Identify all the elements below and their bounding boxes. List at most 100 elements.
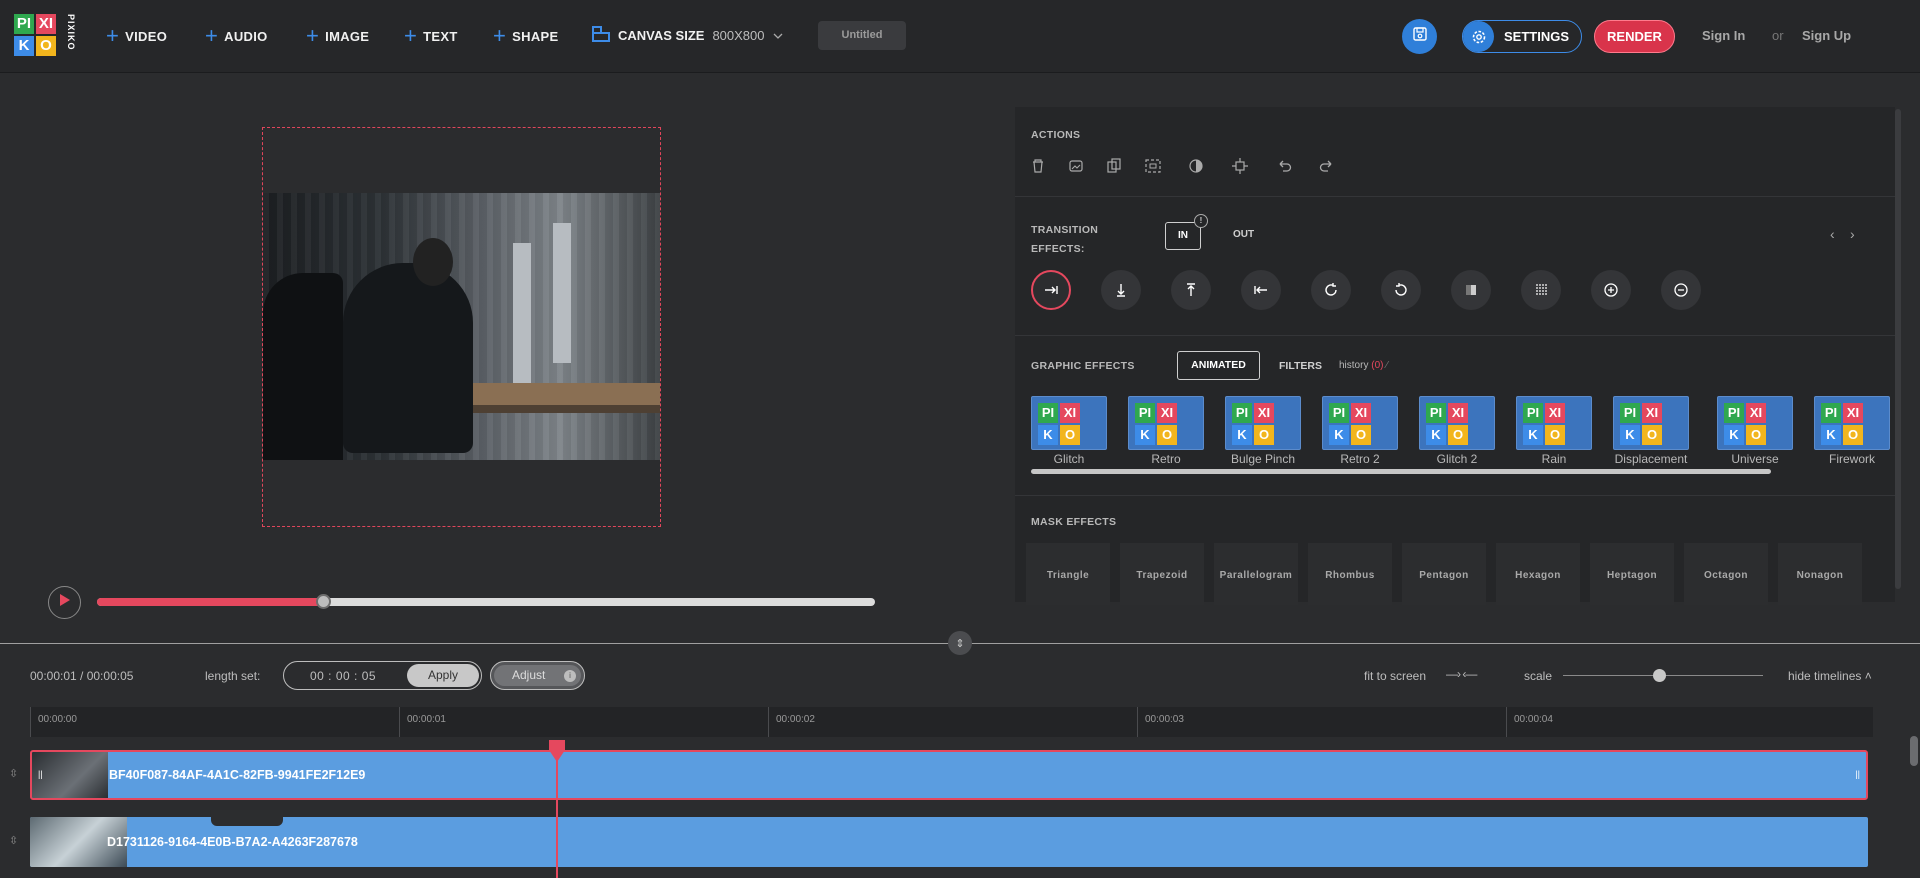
zoom-out-icon[interactable] [1661, 270, 1701, 310]
mask-effect-item[interactable]: Octagon [1684, 543, 1768, 605]
image-replace-icon[interactable] [1066, 156, 1086, 176]
adjust-button[interactable]: Adjust i [490, 661, 585, 690]
redo-icon[interactable] [1317, 156, 1337, 176]
timeline-track-video-1[interactable]: || BF40F087-84AF-4A1C-82FB-9941FE2F12E9 … [30, 750, 1868, 800]
slide-left-icon[interactable] [1241, 270, 1281, 310]
fade-icon[interactable] [1451, 270, 1491, 310]
mask-effect-item[interactable]: Nonagon [1778, 543, 1862, 605]
effect-thumb-letter: O [1157, 425, 1177, 445]
save-button[interactable] [1402, 19, 1437, 54]
timeline-scrollbar[interactable] [1910, 736, 1918, 766]
timeline-ruler[interactable]: 00:00:00 00:00:01 00:00:02 00:00:03 00:00:04 [30, 707, 1873, 737]
settings-button[interactable]: SETTINGS [1462, 20, 1582, 53]
mask-effect-item[interactable]: Hexagon [1496, 543, 1580, 605]
fit-to-screen-label: fit to screen [1364, 669, 1427, 683]
graphic-effect-item[interactable]: PI XI K O Universe [1717, 396, 1793, 466]
ruler-tick: 00:00:01 [399, 707, 446, 737]
mask-effect-item[interactable]: Parallelogram [1214, 543, 1298, 605]
effect-thumb-letter: PI [1620, 403, 1640, 423]
info-icon[interactable]: i [564, 670, 576, 682]
scale-label: scale [1524, 669, 1553, 683]
rotate-ccw-icon[interactable] [1381, 270, 1421, 310]
graphic-effect-item[interactable]: PI XI K O Retro 2 [1322, 396, 1398, 466]
effect-thumb-letter: O [1448, 425, 1468, 445]
effects-scrollbar[interactable] [1031, 469, 1771, 474]
project-title-input[interactable]: Untitled [818, 21, 906, 50]
undo-icon[interactable] [1274, 156, 1294, 176]
slide-down-icon[interactable] [1101, 270, 1141, 310]
hide-timelines-toggle[interactable]: hide timelines ˄ [1788, 669, 1872, 683]
slide-right-icon[interactable] [1031, 270, 1071, 310]
pixiko-logo[interactable]: PI XI K O PIXIKO [14, 14, 76, 56]
history-link[interactable]: history (0) ⁄ [1339, 360, 1388, 371]
logo-wordmark: PIXIKO [66, 14, 76, 51]
tab-in[interactable]: IN ! [1165, 214, 1208, 250]
rotate-cw-icon[interactable] [1311, 270, 1351, 310]
plus-icon: + [493, 23, 507, 48]
slide-up-icon[interactable] [1171, 270, 1211, 310]
fit-icon[interactable] [1143, 156, 1163, 176]
add-shape-button[interactable]: + SHAPE [493, 23, 558, 48]
transitions-next-icon[interactable]: › [1850, 226, 1855, 242]
add-audio-button[interactable]: + AUDIO [205, 25, 268, 47]
logo-letter-xi: XI [36, 14, 56, 34]
effect-thumbnail: PI XI K O [1322, 396, 1398, 450]
sign-in-link[interactable]: Sign In [1702, 28, 1745, 43]
tab-filters[interactable]: FILTERS [1279, 360, 1322, 372]
canvas-image[interactable] [263, 193, 660, 460]
add-video-button[interactable]: + VIDEO [106, 25, 167, 47]
render-button[interactable]: RENDER [1594, 20, 1675, 53]
mask-effect-item[interactable]: Pentagon [1402, 543, 1486, 605]
section-divider [1015, 196, 1895, 197]
track-drag-handle-icon[interactable]: ⇳ [9, 767, 18, 780]
play-icon [59, 593, 71, 612]
timeline-track-video-2[interactable]: D1731126-9164-4E0B-B7A2-A4263F287678 [30, 817, 1868, 867]
transitions-prev-icon[interactable]: ‹ [1830, 226, 1835, 242]
zoom-in-icon[interactable] [1591, 270, 1631, 310]
ruler-tick: 00:00:04 [1506, 707, 1553, 737]
sign-up-link[interactable]: Sign Up [1802, 28, 1851, 43]
mask-effect-item[interactable]: Triangle [1026, 543, 1110, 605]
mask-effect-item[interactable]: Trapezoid [1120, 543, 1204, 605]
mask-effect-item[interactable]: Rhombus [1308, 543, 1392, 605]
effect-label: Firework [1828, 452, 1875, 466]
effect-thumbnail: PI XI K O [1717, 396, 1793, 450]
fit-to-screen-icon[interactable]: —› ‹— [1446, 667, 1477, 681]
panel-scrollbar[interactable] [1895, 107, 1901, 602]
graphic-effect-item[interactable]: PI XI K O Glitch 2 [1419, 396, 1495, 466]
graphic-effect-item[interactable]: PI XI K O Glitch [1031, 396, 1107, 466]
resize-handle-icon[interactable]: ⇕ [948, 631, 972, 655]
track-drag-handle-icon[interactable]: ⇳ [9, 834, 18, 847]
scale-slider-knob[interactable] [1653, 669, 1666, 682]
tab-animated[interactable]: ANIMATED [1177, 351, 1260, 380]
track-trim-left-handle[interactable]: || [38, 769, 43, 779]
apply-button[interactable]: Apply [407, 664, 479, 687]
trash-icon[interactable] [1028, 156, 1048, 176]
track-thumbnail [32, 752, 108, 798]
track-trim-right-handle[interactable]: || [1855, 769, 1860, 779]
play-button[interactable] [48, 586, 81, 619]
chevron-up-icon: ˄ [1864, 669, 1872, 683]
center-icon[interactable] [1230, 156, 1250, 176]
add-image-button[interactable]: + IMAGE [306, 25, 369, 47]
length-input[interactable]: 00 : 00 : 05 [310, 669, 376, 683]
graphic-effect-item[interactable]: PI XI K O Rain [1516, 396, 1592, 466]
tab-out[interactable]: OUT [1233, 229, 1254, 240]
panel-scrollbar-thumb[interactable] [1895, 109, 1901, 589]
effect-label: Bulge Pinch [1230, 452, 1296, 466]
contrast-icon[interactable] [1186, 156, 1206, 176]
mask-effect-item[interactable]: Heptagon [1590, 543, 1674, 605]
effect-label: Displacement [1614, 452, 1688, 466]
playback-progress-bar[interactable] [97, 594, 875, 609]
graphic-effect-item[interactable]: PI XI K O Displacement [1613, 396, 1689, 466]
graphic-effect-item[interactable]: PI XI K O Firework [1814, 396, 1890, 466]
add-text-button[interactable]: + TEXT [404, 25, 458, 47]
progress-knob[interactable] [315, 594, 331, 609]
playhead-marker[interactable] [547, 740, 567, 762]
blinds-icon[interactable] [1521, 270, 1561, 310]
canvas-size-dropdown[interactable]: CANVAS SIZE 800X800 [592, 26, 783, 45]
graphic-effect-item[interactable]: PI XI K O Retro [1128, 396, 1204, 466]
graphic-effect-item[interactable]: PI XI K O Bulge Pinch [1225, 396, 1301, 466]
chevron-down-icon [773, 28, 783, 43]
duplicate-icon[interactable] [1104, 156, 1124, 176]
